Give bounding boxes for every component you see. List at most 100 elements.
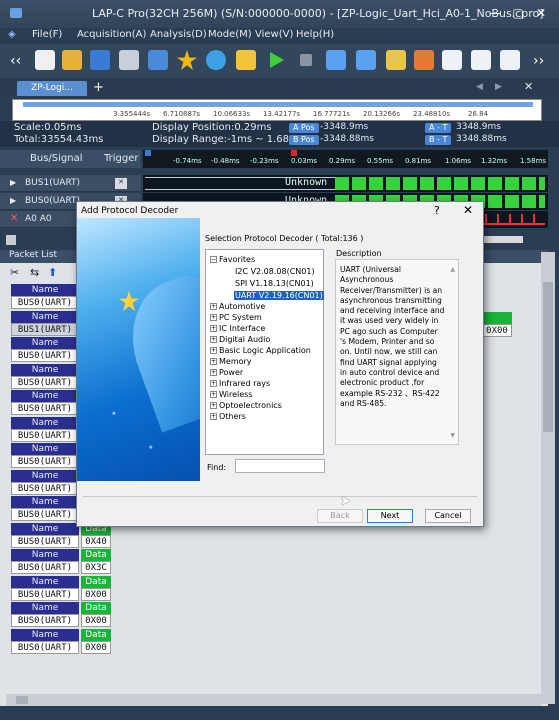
scroll-thumb[interactable] xyxy=(543,282,553,432)
packet-data-cell[interactable]: 0X00 xyxy=(81,614,111,627)
wizard-icon[interactable] xyxy=(206,50,226,70)
print-icon[interactable] xyxy=(119,50,139,70)
packet-vertical-scrollbar[interactable] xyxy=(541,252,555,704)
expand-icon[interactable]: + xyxy=(210,380,217,387)
export-packets-icon[interactable]: ⬆ xyxy=(48,266,57,279)
scroll-thumb[interactable] xyxy=(16,696,28,704)
tree-node-ic-interface[interactable]: + IC Interface xyxy=(210,324,265,333)
packet-bus-cell[interactable]: BUS0(UART) xyxy=(11,429,79,442)
tree-item-uart[interactable]: UART V2.19.16(CN01) xyxy=(234,291,324,300)
menu-app-icon[interactable]: ◈ xyxy=(8,29,16,40)
collapse-right-icon[interactable]: ›› xyxy=(533,53,544,69)
expand-icon[interactable]: + xyxy=(210,325,217,332)
menu-file[interactable]: File(F) xyxy=(32,29,62,40)
trigger-toggle-icon[interactable]: ✕ xyxy=(115,178,127,189)
packet-bus-cell[interactable]: BUS0(UART) xyxy=(11,508,79,521)
menu-analysis[interactable]: Analysis(D) xyxy=(150,29,207,40)
trigger-marker[interactable] xyxy=(291,150,297,156)
packet-bus-cell[interactable]: BUS0(UART) xyxy=(11,535,79,548)
close-icon[interactable]: ✕ xyxy=(532,5,550,21)
tree-node-memory[interactable]: + Memory xyxy=(210,357,252,366)
tab-scroll-left-icon[interactable]: ◀ xyxy=(476,82,483,92)
packet-bus-cell[interactable]: BUS0(UART) xyxy=(11,641,79,654)
menu-help[interactable]: Help(H) xyxy=(296,29,334,40)
tree-node-automotive[interactable]: + Automotive xyxy=(210,302,265,311)
packet-data-cell[interactable]: 0X40 xyxy=(81,535,111,548)
dialog-close-icon[interactable]: ✕ xyxy=(463,203,473,217)
export-icon[interactable] xyxy=(442,50,462,70)
scroll-up-icon[interactable]: ▲ xyxy=(450,265,455,275)
report-icon[interactable] xyxy=(500,50,520,70)
packet-bus-cell[interactable]: BUS0(UART) xyxy=(11,561,79,574)
tree-node-others[interactable]: + Others xyxy=(210,412,246,421)
packet-data-cell[interactable]: 0X3C xyxy=(81,561,111,574)
menu-acquisition[interactable]: Acquisition(A) xyxy=(77,29,146,40)
packet-bus-cell[interactable]: BUS0(UART) xyxy=(11,402,79,415)
settings-icon[interactable]: ✂ xyxy=(10,266,19,279)
packet-bus-cell[interactable]: BUS0(UART) xyxy=(11,614,79,627)
tree-node-infrared[interactable]: + Infrared rays xyxy=(210,379,270,388)
expand-icon[interactable]: + xyxy=(210,369,217,376)
cursor-marker-a[interactable] xyxy=(145,150,151,156)
packet-bus-cell[interactable]: BUS0(UART) xyxy=(11,455,79,468)
tab-document[interactable]: ZP-Logi... ✕ xyxy=(17,81,87,108)
menu-mode[interactable]: Mode(M) xyxy=(208,29,252,40)
find-icon[interactable] xyxy=(386,50,406,70)
collapse-left-icon[interactable]: ‹‹ xyxy=(10,53,21,69)
find-input[interactable] xyxy=(235,459,325,473)
packet-bus-cell[interactable]: BUS0(UART) xyxy=(11,588,79,601)
save-icon[interactable] xyxy=(90,50,110,70)
expand-icon[interactable]: + xyxy=(210,314,217,321)
run-icon[interactable] xyxy=(270,52,284,68)
signal-row[interactable]: ▶ BUS1(UART) ✕ xyxy=(0,175,141,192)
tools-icon[interactable] xyxy=(236,50,256,70)
tab-close-all-icon[interactable]: ✕ xyxy=(524,80,533,93)
back-button[interactable]: Back xyxy=(317,509,363,523)
tree-item-i2c[interactable]: I2C V2.08.08(CN01) xyxy=(235,267,315,276)
tree-node-optoelectronics[interactable]: + Optoelectronics xyxy=(210,401,282,410)
stop-icon[interactable] xyxy=(300,54,312,66)
save-as-icon[interactable] xyxy=(148,50,168,70)
cancel-button[interactable]: Cancel xyxy=(425,509,471,523)
tree-node-digital-audio[interactable]: + Digital Audio xyxy=(210,335,270,344)
star-icon[interactable] xyxy=(177,50,197,70)
open-folder-icon[interactable] xyxy=(62,50,82,70)
new-file-icon[interactable] xyxy=(35,50,55,70)
packet-data-cell[interactable]: 0X00 xyxy=(81,588,111,601)
protocol-tree[interactable]: − Favorites I2C V2.08.08(CN01) SPI V1.18.… xyxy=(205,249,324,455)
packet-bus-cell[interactable]: BUS1(UART) xyxy=(11,323,79,336)
next-button[interactable]: Next xyxy=(367,509,413,523)
tree-node-favorites[interactable]: − Favorites xyxy=(210,255,255,264)
scroll-down-icon[interactable]: ▼ xyxy=(450,431,455,441)
add-cursor-2-icon[interactable] xyxy=(356,50,376,70)
add-tab-icon[interactable]: + xyxy=(93,80,104,95)
maximize-icon[interactable]: ▢ xyxy=(509,5,527,21)
tab-scroll-right-icon[interactable]: ▶ xyxy=(495,82,502,92)
tree-item-spi[interactable]: SPI V1.18.13(CN01) xyxy=(235,279,314,288)
remove-icon[interactable]: ✕ xyxy=(10,213,18,224)
expand-icon[interactable]: + xyxy=(210,347,217,354)
expand-icon[interactable]: + xyxy=(210,303,217,310)
import-icon[interactable] xyxy=(471,50,491,70)
packet-bus-cell[interactable]: BUS0(UART) xyxy=(11,482,79,495)
packet-data-cell[interactable]: 0X00 xyxy=(81,641,111,654)
timeline[interactable]: -0.74ms -0.48ms -0.23ms 0.03ms 0.29ms 0.… xyxy=(143,150,548,168)
expand-icon[interactable]: + xyxy=(210,413,217,420)
overview-ruler[interactable]: 3.355444s 6.710887s 10.06633s 13.42177s … xyxy=(12,99,542,121)
expand-icon[interactable]: + xyxy=(210,391,217,398)
filter-icon[interactable]: ⇆ xyxy=(30,266,39,279)
menu-view[interactable]: View(V) xyxy=(255,29,293,40)
minimize-icon[interactable]: — xyxy=(486,5,504,21)
expand-icon[interactable]: + xyxy=(210,402,217,409)
packet-bus-cell[interactable]: BUS0(UART) xyxy=(11,376,79,389)
tree-node-pc-system[interactable]: + PC System xyxy=(210,313,262,322)
bus-waveform[interactable]: Unknown xyxy=(143,175,548,192)
packet-bus-cell[interactable]: BUS0(UART) xyxy=(11,349,79,362)
expand-icon[interactable]: + xyxy=(210,336,217,343)
add-cursor-icon[interactable] xyxy=(326,50,346,70)
help-icon[interactable]: ? xyxy=(434,204,440,217)
tree-node-basic-logic[interactable]: + Basic Logic Application xyxy=(210,346,311,355)
expand-icon[interactable]: ▶ xyxy=(10,196,16,205)
tree-node-power[interactable]: + Power xyxy=(210,368,243,377)
expand-icon[interactable]: + xyxy=(210,358,217,365)
